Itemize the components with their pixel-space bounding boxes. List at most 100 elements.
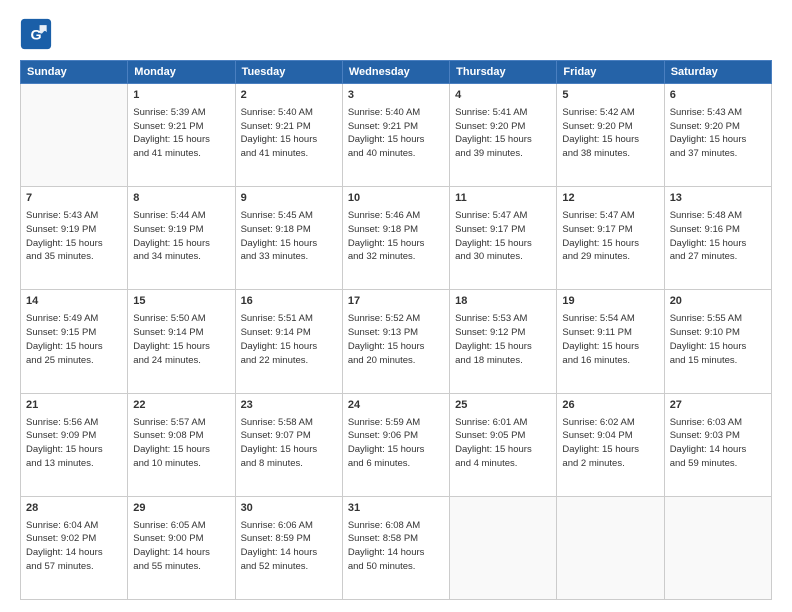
day-info-line: Sunrise: 5:57 AM <box>133 416 229 430</box>
calendar-cell <box>450 496 557 599</box>
day-info-line: Daylight: 15 hours <box>455 340 551 354</box>
day-info-line: and 4 minutes. <box>455 457 551 471</box>
calendar-week-row: 28Sunrise: 6:04 AMSunset: 9:02 PMDayligh… <box>21 496 772 599</box>
day-info-line: Sunset: 9:20 PM <box>670 120 766 134</box>
day-info-line: Sunrise: 5:46 AM <box>348 209 444 223</box>
day-number: 26 <box>562 398 658 414</box>
day-info-line: and 55 minutes. <box>133 560 229 574</box>
day-info-line: Sunrise: 5:55 AM <box>670 312 766 326</box>
day-info-line: and 22 minutes. <box>241 354 337 368</box>
day-info-line: Sunset: 9:15 PM <box>26 326 122 340</box>
day-info-line: and 38 minutes. <box>562 147 658 161</box>
calendar-cell: 8Sunrise: 5:44 AMSunset: 9:19 PMDaylight… <box>128 187 235 290</box>
day-info-line: Daylight: 15 hours <box>348 443 444 457</box>
day-info-line: Sunset: 9:14 PM <box>133 326 229 340</box>
day-info-line: Daylight: 14 hours <box>26 546 122 560</box>
day-info-line: Daylight: 15 hours <box>348 133 444 147</box>
calendar-cell: 4Sunrise: 5:41 AMSunset: 9:20 PMDaylight… <box>450 84 557 187</box>
day-info-line: Daylight: 15 hours <box>670 340 766 354</box>
day-info-line: Sunset: 9:21 PM <box>241 120 337 134</box>
day-header-saturday: Saturday <box>664 61 771 84</box>
day-number: 31 <box>348 501 444 517</box>
calendar-cell: 9Sunrise: 5:45 AMSunset: 9:18 PMDaylight… <box>235 187 342 290</box>
day-number: 10 <box>348 191 444 207</box>
day-info-line: Sunrise: 5:45 AM <box>241 209 337 223</box>
day-info-line: and 24 minutes. <box>133 354 229 368</box>
day-info-line: Sunrise: 5:40 AM <box>348 106 444 120</box>
day-info-line: Sunset: 8:59 PM <box>241 532 337 546</box>
day-info-line: Sunset: 9:17 PM <box>455 223 551 237</box>
day-info-line: Sunset: 9:07 PM <box>241 429 337 443</box>
calendar-cell: 22Sunrise: 5:57 AMSunset: 9:08 PMDayligh… <box>128 393 235 496</box>
day-info-line: Daylight: 15 hours <box>562 237 658 251</box>
calendar-cell: 18Sunrise: 5:53 AMSunset: 9:12 PMDayligh… <box>450 290 557 393</box>
day-info-line: Sunrise: 5:47 AM <box>562 209 658 223</box>
day-info-line: Sunrise: 6:01 AM <box>455 416 551 430</box>
day-info-line: Sunset: 8:58 PM <box>348 532 444 546</box>
day-number: 16 <box>241 294 337 310</box>
day-info-line: and 50 minutes. <box>348 560 444 574</box>
calendar-cell: 14Sunrise: 5:49 AMSunset: 9:15 PMDayligh… <box>21 290 128 393</box>
calendar-cell: 23Sunrise: 5:58 AMSunset: 9:07 PMDayligh… <box>235 393 342 496</box>
calendar-cell: 7Sunrise: 5:43 AMSunset: 9:19 PMDaylight… <box>21 187 128 290</box>
day-number: 4 <box>455 88 551 104</box>
day-header-friday: Friday <box>557 61 664 84</box>
day-header-tuesday: Tuesday <box>235 61 342 84</box>
day-info-line: Daylight: 15 hours <box>26 340 122 354</box>
day-number: 19 <box>562 294 658 310</box>
day-number: 6 <box>670 88 766 104</box>
day-info-line: Daylight: 15 hours <box>562 133 658 147</box>
calendar-cell: 30Sunrise: 6:06 AMSunset: 8:59 PMDayligh… <box>235 496 342 599</box>
day-info-line: Sunrise: 5:44 AM <box>133 209 229 223</box>
day-info-line: and 33 minutes. <box>241 250 337 264</box>
day-number: 5 <box>562 88 658 104</box>
day-info-line: Daylight: 14 hours <box>670 443 766 457</box>
day-info-line: Daylight: 14 hours <box>133 546 229 560</box>
day-number: 13 <box>670 191 766 207</box>
calendar-week-row: 14Sunrise: 5:49 AMSunset: 9:15 PMDayligh… <box>21 290 772 393</box>
day-info-line: Sunrise: 5:54 AM <box>562 312 658 326</box>
day-info-line: Daylight: 15 hours <box>348 237 444 251</box>
day-number: 1 <box>133 88 229 104</box>
day-info-line: Sunrise: 5:56 AM <box>26 416 122 430</box>
calendar-table: SundayMondayTuesdayWednesdayThursdayFrid… <box>20 60 772 600</box>
day-info-line: and 2 minutes. <box>562 457 658 471</box>
day-info-line: Sunrise: 5:58 AM <box>241 416 337 430</box>
day-info-line: Sunrise: 5:40 AM <box>241 106 337 120</box>
day-info-line: Daylight: 15 hours <box>348 340 444 354</box>
day-info-line: Sunrise: 6:04 AM <box>26 519 122 533</box>
calendar-cell: 26Sunrise: 6:02 AMSunset: 9:04 PMDayligh… <box>557 393 664 496</box>
calendar-cell: 28Sunrise: 6:04 AMSunset: 9:02 PMDayligh… <box>21 496 128 599</box>
day-number: 29 <box>133 501 229 517</box>
day-info-line: Sunrise: 5:43 AM <box>26 209 122 223</box>
calendar-cell: 24Sunrise: 5:59 AMSunset: 9:06 PMDayligh… <box>342 393 449 496</box>
day-number: 25 <box>455 398 551 414</box>
day-info-line: Sunrise: 6:05 AM <box>133 519 229 533</box>
calendar-week-row: 7Sunrise: 5:43 AMSunset: 9:19 PMDaylight… <box>21 187 772 290</box>
day-info-line: Sunset: 9:14 PM <box>241 326 337 340</box>
day-info-line: Sunset: 9:06 PM <box>348 429 444 443</box>
calendar-cell: 10Sunrise: 5:46 AMSunset: 9:18 PMDayligh… <box>342 187 449 290</box>
day-header-wednesday: Wednesday <box>342 61 449 84</box>
day-info-line: Daylight: 15 hours <box>241 443 337 457</box>
calendar-header-row: SundayMondayTuesdayWednesdayThursdayFrid… <box>21 61 772 84</box>
day-info-line: Daylight: 15 hours <box>670 133 766 147</box>
day-info-line: Daylight: 15 hours <box>133 443 229 457</box>
day-info-line: Sunset: 9:16 PM <box>670 223 766 237</box>
day-info-line: Sunrise: 5:48 AM <box>670 209 766 223</box>
day-info-line: and 18 minutes. <box>455 354 551 368</box>
day-info-line: and 16 minutes. <box>562 354 658 368</box>
calendar-cell: 6Sunrise: 5:43 AMSunset: 9:20 PMDaylight… <box>664 84 771 187</box>
day-info-line: Daylight: 15 hours <box>562 443 658 457</box>
day-info-line: and 34 minutes. <box>133 250 229 264</box>
day-number: 3 <box>348 88 444 104</box>
calendar-cell <box>557 496 664 599</box>
day-info-line: Sunset: 9:21 PM <box>133 120 229 134</box>
calendar-cell: 11Sunrise: 5:47 AMSunset: 9:17 PMDayligh… <box>450 187 557 290</box>
day-info-line: Sunset: 9:19 PM <box>133 223 229 237</box>
day-info-line: Sunset: 9:10 PM <box>670 326 766 340</box>
day-info-line: Daylight: 14 hours <box>241 546 337 560</box>
day-number: 20 <box>670 294 766 310</box>
day-info-line: Sunrise: 5:52 AM <box>348 312 444 326</box>
logo-icon: G <box>20 18 52 50</box>
